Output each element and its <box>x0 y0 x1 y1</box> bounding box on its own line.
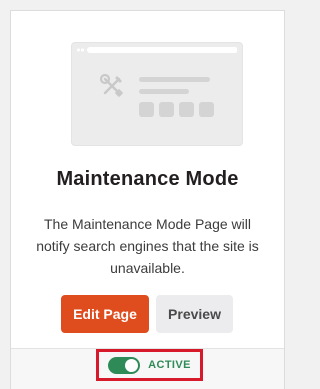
window-control-icon <box>232 47 237 53</box>
edit-page-button[interactable]: Edit Page <box>61 295 149 333</box>
placeholder-block <box>139 102 154 117</box>
address-bar <box>87 47 236 53</box>
toggle-knob <box>125 358 139 372</box>
placeholder-line <box>139 77 210 82</box>
active-toggle[interactable] <box>108 356 141 374</box>
active-status-highlight: ACTIVE <box>96 349 203 381</box>
browser-topbar <box>72 43 242 59</box>
placeholder-block <box>159 102 174 117</box>
window-dots-icon <box>77 48 84 52</box>
wrench-screwdriver-icon <box>99 73 123 97</box>
card-description: The Maintenance Mode Page will notify se… <box>36 216 259 276</box>
card-title: Maintenance Mode <box>56 168 239 190</box>
preview-button[interactable]: Preview <box>156 295 233 333</box>
placeholder-block <box>199 102 214 117</box>
page-preview-thumbnail <box>71 42 243 146</box>
placeholder-line <box>139 89 189 94</box>
maintenance-mode-card: Maintenance Mode The Maintenance Mode Pa… <box>10 10 285 389</box>
placeholder-block <box>179 102 194 117</box>
placeholder-blocks <box>139 102 214 117</box>
status-label: ACTIVE <box>148 359 191 371</box>
